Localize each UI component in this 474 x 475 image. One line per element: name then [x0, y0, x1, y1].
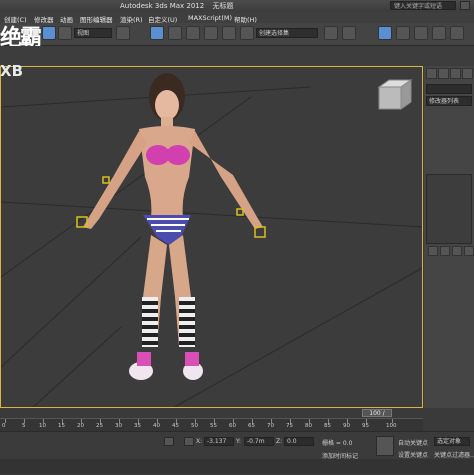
tick-label: 45 — [172, 423, 179, 429]
viewcube-icon[interactable] — [377, 79, 413, 110]
info-button[interactable] — [460, 1, 470, 10]
tick-label: 65 — [248, 423, 255, 429]
tick-label: 95 — [362, 423, 369, 429]
time-slider[interactable]: 100 / 100 — [362, 409, 392, 425]
home-grid — [1, 86, 422, 407]
layer-manager-icon[interactable] — [378, 26, 392, 40]
tick-label: 75 — [286, 423, 293, 429]
spinner-snap-icon[interactable] — [240, 26, 254, 40]
tick-label: 60 — [229, 423, 236, 429]
app-title: Autodesk 3ds Max 2012 — [120, 2, 205, 10]
modifier-list-dropdown[interactable]: 修改器列表 — [426, 96, 472, 106]
z-coordinate-field[interactable]: 0.0 — [284, 437, 314, 446]
file-title: 无标题 — [212, 2, 234, 10]
character-model[interactable] — [76, 73, 266, 380]
viewport-label: XB — [0, 62, 23, 80]
striped-socks — [142, 297, 195, 347]
window-title: Autodesk 3ds Max 2012 无标题 — [120, 1, 239, 11]
title-bar: Autodesk 3ds Max 2012 无标题 键入关键字或短语 — [0, 0, 474, 12]
viewport-scene — [1, 73, 422, 407]
y-coordinate-field[interactable]: -0.7m — [244, 437, 274, 446]
curve-editor-icon[interactable] — [396, 26, 410, 40]
lock-selection-icon[interactable] — [164, 437, 174, 446]
schematic-view-icon[interactable] — [414, 26, 428, 40]
tick-label: 35 — [134, 423, 141, 429]
absolute-mode-icon[interactable] — [184, 437, 194, 446]
tick-label: 25 — [96, 423, 103, 429]
grid-readout: 栅格 = 0.0 — [322, 440, 353, 447]
tick-label: 70 — [267, 423, 274, 429]
tick-label: 5 — [22, 423, 26, 429]
tick-label: 50 — [191, 423, 198, 429]
tick-label: 90 — [343, 423, 350, 429]
main-toolbar: 视图 创建选择集 — [0, 23, 474, 46]
make-unique-icon[interactable] — [452, 246, 462, 256]
tick-label: 15 — [58, 423, 65, 429]
select-region-icon[interactable] — [58, 26, 72, 40]
pin-stack-icon[interactable] — [428, 246, 438, 256]
prompt-line — [0, 459, 474, 474]
search-input[interactable]: 键入关键字或短语 — [390, 1, 456, 10]
x-coordinate-field[interactable]: -3.137 — [204, 437, 234, 446]
tick-label: 30 — [115, 423, 122, 429]
move-icon[interactable] — [150, 26, 164, 40]
tick-label: 80 — [305, 423, 312, 429]
x-label: X: — [196, 438, 203, 445]
motion-tab[interactable] — [462, 68, 473, 79]
tick-label: 55 — [210, 423, 217, 429]
time-slider-bar[interactable]: 100 / 100 — [0, 408, 423, 425]
scale-icon[interactable] — [186, 26, 200, 40]
modifier-stack[interactable] — [426, 174, 472, 244]
percent-snap-icon[interactable] — [222, 26, 236, 40]
material-editor-icon[interactable] — [432, 26, 446, 40]
hierarchy-tab[interactable] — [450, 68, 461, 79]
rotate-icon[interactable] — [168, 26, 182, 40]
selection-filter-dropdown[interactable]: 视图 — [74, 28, 112, 38]
tick-label: 85 — [324, 423, 331, 429]
y-label: Y: — [236, 438, 241, 445]
track-bar[interactable]: 0 5 10 15 20 25 30 35 40 45 50 55 60 65 … — [0, 418, 423, 432]
angle-snap-icon[interactable] — [204, 26, 218, 40]
key-selection-dropdown[interactable]: 选定对象 — [434, 437, 470, 446]
ribbon-strip — [0, 46, 474, 66]
tick-label: 40 — [153, 423, 160, 429]
tick-label: 0 — [2, 423, 6, 429]
menu-maxscript[interactable]: MAXScript(M) — [188, 14, 232, 22]
menu-bar: 创建(C) 修改器 动画 图形编辑器 渲染(R) 自定义(U) MAXScrip… — [0, 12, 474, 24]
command-panel: 修改器列表 — [424, 66, 474, 408]
align-icon[interactable] — [342, 26, 356, 40]
named-selection-dropdown[interactable]: 创建选择集 — [256, 28, 318, 38]
auto-key-button[interactable]: 自动关键点 — [398, 438, 428, 447]
key-icon[interactable] — [376, 436, 394, 456]
select-by-name-icon[interactable] — [116, 26, 130, 40]
stack-buttons — [426, 246, 474, 258]
remove-modifier-icon[interactable] — [464, 246, 474, 256]
tick-label: 20 — [77, 423, 84, 429]
select-object-icon[interactable] — [42, 26, 56, 40]
key-filters-button[interactable]: 关键点过滤器... — [434, 450, 474, 459]
render-setup-icon[interactable] — [450, 26, 464, 40]
tick-label: 10 — [39, 423, 46, 429]
modify-tab[interactable] — [438, 68, 449, 79]
z-label: Z: — [276, 438, 283, 445]
create-tab[interactable] — [426, 68, 437, 79]
object-name-field[interactable] — [426, 84, 472, 94]
mirror-icon[interactable] — [324, 26, 338, 40]
perspective-viewport[interactable] — [0, 66, 423, 408]
set-key-button[interactable]: 设置关键点 — [398, 450, 428, 459]
show-end-result-icon[interactable] — [440, 246, 450, 256]
tick-label: 100 — [386, 423, 397, 429]
